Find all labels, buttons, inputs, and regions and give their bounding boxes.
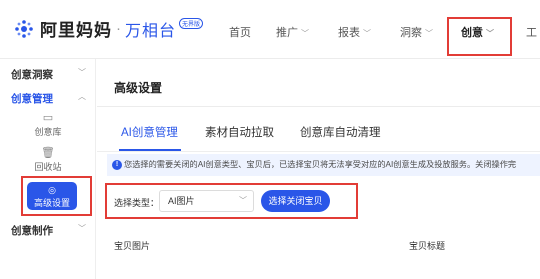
- trash-icon: 🗑︎: [41, 147, 55, 159]
- folder-icon: ▭: [42, 112, 54, 124]
- highlight-box-nav: [447, 17, 512, 56]
- logo[interactable]: 阿里妈妈 · 万相台 无界版: [14, 16, 204, 41]
- tab-auto-library-cleanup[interactable]: 创意库自动清理: [300, 124, 381, 140]
- chevron-down-icon: ﹀: [363, 29, 371, 38]
- top-bar: 阿里妈妈 · 万相台 无界版 首页 推广 ﹀ 报表 ﹀ 洞察 ﹀ 创意 ﹀ 工: [0, 0, 540, 58]
- title-divider: [97, 106, 540, 107]
- sidebar-item-creative-library[interactable]: ▭ 创意库: [0, 112, 96, 138]
- chevron-down-icon: ﹀: [78, 224, 86, 233]
- brand-logo-icon: [15, 19, 33, 38]
- nav-insights[interactable]: 洞察 ﹀: [400, 24, 433, 40]
- nav-promotion[interactable]: 推广 ﹀: [276, 24, 309, 40]
- tab-divider: [97, 151, 540, 152]
- notice-banner: ! 您选择的需要关闭的AI创意类型、宝贝后，已选择宝贝将无法享受对应的AI创意生…: [107, 154, 540, 176]
- nav-reports[interactable]: 报表 ﹀: [338, 24, 371, 40]
- nav-home[interactable]: 首页: [229, 24, 251, 40]
- nav-tools[interactable]: 工: [526, 24, 537, 40]
- chevron-up-icon: ︿: [78, 92, 86, 101]
- sidebar-group-creative-management[interactable]: 创意管理 ︿: [11, 91, 86, 106]
- column-header-product-image: 宝贝图片: [114, 241, 151, 251]
- product-name: 万相台: [125, 22, 177, 40]
- main-content: 高级设置 AI创意管理 素材自动拉取 创意库自动清理 ! 您选择的需要关闭的AI…: [97, 59, 540, 279]
- sidebar-group-creative-production[interactable]: 创意制作 ﹀: [11, 223, 86, 238]
- chevron-down-icon: ﹀: [301, 29, 309, 38]
- sidebar-group-creative-insights[interactable]: 创意洞察 ﹀: [11, 67, 86, 82]
- tab-ai-creative-management[interactable]: AI创意管理: [121, 124, 178, 140]
- chevron-down-icon: ﹀: [78, 68, 86, 77]
- sidebar-item-recycle-bin[interactable]: 🗑︎ 回收站: [0, 147, 96, 173]
- brand-name: 阿里妈妈: [40, 21, 112, 40]
- sidebar: 创意洞察 ﹀ 创意管理 ︿ ▭ 创意库 🗑︎ 回收站 创意制作 ﹀: [0, 59, 96, 279]
- tab-auto-material-pull[interactable]: 素材自动拉取: [205, 124, 274, 140]
- highlight-box-sidebar: [21, 176, 92, 216]
- notice-text: 您选择的需要关闭的AI创意类型、宝贝后，已选择宝贝将无法享受对应的AI创意生成及…: [124, 160, 517, 169]
- brand-separator: ·: [116, 20, 121, 37]
- column-header-product-title: 宝贝标题: [409, 241, 446, 251]
- highlight-box-filter: [105, 183, 358, 219]
- info-icon: !: [112, 160, 122, 170]
- chevron-down-icon: ﹀: [425, 29, 433, 38]
- edition-badge: 无界版: [179, 18, 204, 29]
- page-title: 高级设置: [114, 81, 163, 95]
